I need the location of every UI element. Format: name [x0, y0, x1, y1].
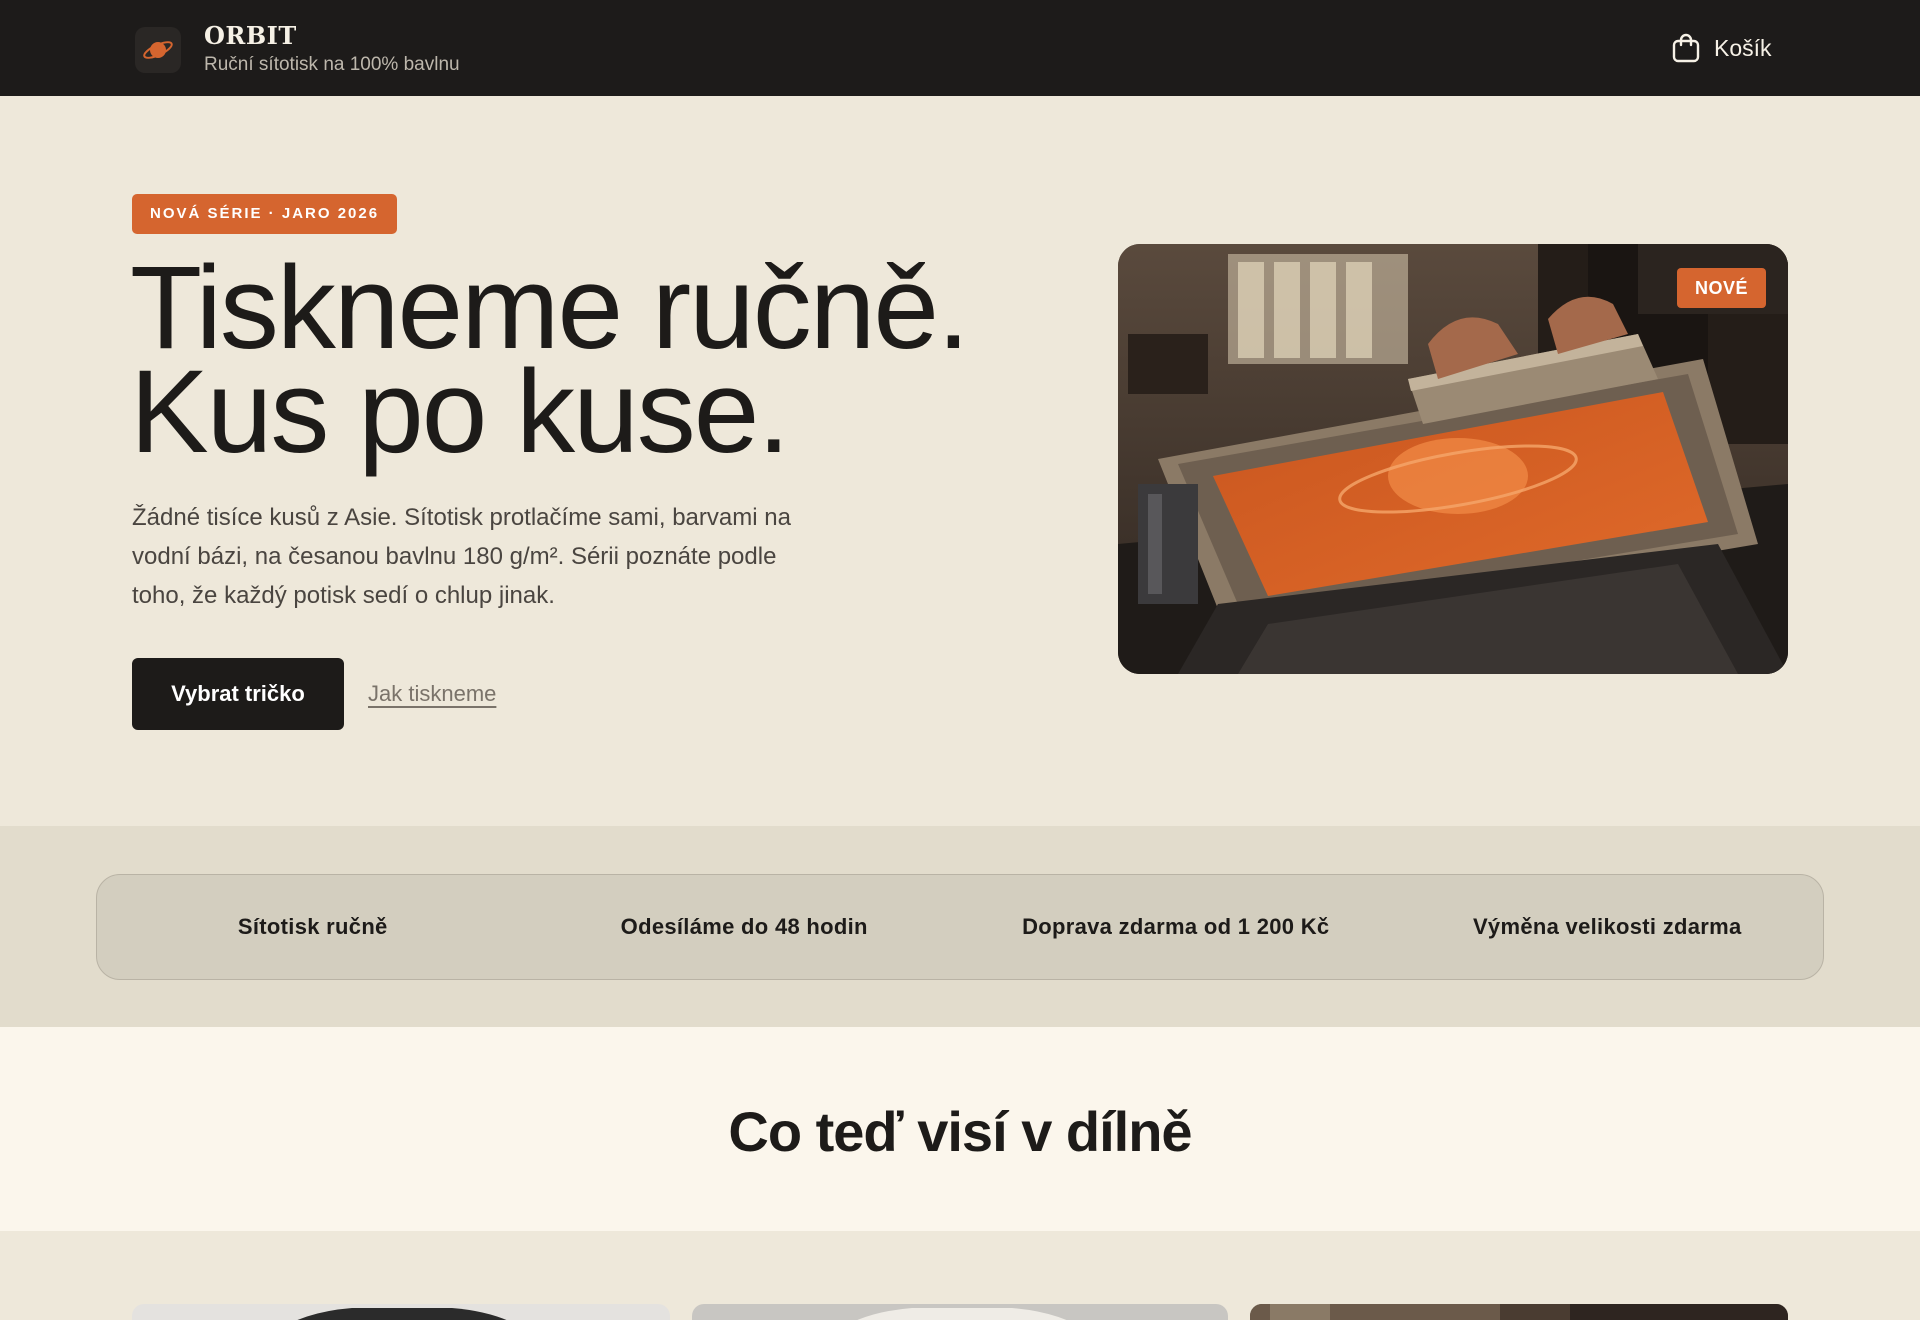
shopping-bag-icon: [1672, 33, 1700, 63]
hero-headline-line-1: Tiskneme ručně.: [130, 242, 970, 374]
brand-tagline: Ruční sítotisk na 100% bavlnu: [204, 54, 460, 75]
products-heading-band: Co teď visí v dílně: [0, 1027, 1920, 1231]
cart-label: Košík: [1714, 34, 1772, 61]
hero-section: NOVÁ SÉRIE · JARO 2026 Tiskneme ručně. K…: [0, 96, 1920, 826]
features-bar: Sítotisk ručně Odesíláme do 48 hodin Dop…: [96, 874, 1824, 980]
hero-lead-text: Žádné tisíce kusů z Asie. Sítotisk protl…: [132, 504, 791, 609]
product-card[interactable]: [692, 1304, 1228, 1320]
products-grid: [0, 1231, 1920, 1320]
screen-printing-photo: [1118, 244, 1788, 674]
product-card[interactable]: [132, 1304, 670, 1320]
how-we-print-link[interactable]: Jak tiskneme: [368, 681, 496, 707]
feature-item-handprint: Sítotisk ručně: [237, 914, 388, 939]
choose-tshirt-button[interactable]: Vybrat tričko: [132, 658, 344, 730]
section-title: Co teď visí v dílně: [728, 1100, 1192, 1163]
feature-item-shipping-48h: Odesíláme do 48 hodin: [620, 914, 868, 939]
feature-item-free-delivery: Doprava zdarma od 1 200 Kč: [1022, 914, 1330, 939]
top-navigation-bar: ORBIT Ruční sítotisk na 100% bavlnu Koší…: [0, 0, 1920, 96]
new-tag: NOVÉ: [1677, 268, 1767, 308]
feature-item-free-size-exchange: Výměna velikosti zdarma: [1472, 914, 1742, 939]
hero-headline-line-2: Kus po kuse.: [130, 346, 790, 478]
product-card[interactable]: [1250, 1304, 1788, 1320]
cart-button[interactable]: Košík: [1672, 30, 1772, 66]
new-series-badge: NOVÁ SÉRIE · JARO 2026: [132, 194, 398, 234]
orbit-planet-logo-icon[interactable]: [135, 27, 181, 73]
hero-headline: Tiskneme ručně. Kus po kuse.: [130, 242, 970, 478]
brand-name[interactable]: ORBIT: [204, 21, 297, 50]
features-band: Sítotisk ručně Odesíláme do 48 hodin Dop…: [0, 826, 1920, 1027]
